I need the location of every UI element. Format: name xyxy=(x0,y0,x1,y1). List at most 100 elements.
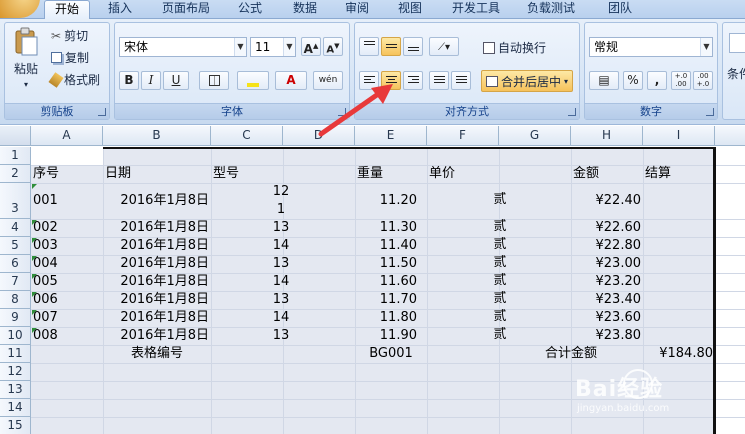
underline-button[interactable]: U xyxy=(163,71,189,90)
total-value[interactable]: ¥184.80 xyxy=(643,346,713,362)
tab-data[interactable]: 数据 xyxy=(285,0,325,19)
cell-amount[interactable]: ¥23.80 xyxy=(573,328,642,344)
conditional-format-button[interactable]: 条件 xyxy=(727,65,745,82)
cell-weight[interactable]: 11.80 xyxy=(357,310,417,326)
row-header-10[interactable]: 10 xyxy=(0,327,31,345)
row-header-11[interactable]: 11 xyxy=(0,345,31,363)
tab-home[interactable]: 开始 xyxy=(44,0,90,20)
cell-price[interactable]: 贰 xyxy=(470,273,530,289)
bold-button[interactable]: B xyxy=(119,71,139,90)
borders-button[interactable] xyxy=(199,71,229,90)
cell-amount[interactable]: ¥22.40 xyxy=(573,193,642,209)
cell-seq[interactable]: 005 xyxy=(33,274,58,290)
merge-center-button[interactable]: 合并后居中 ▾ xyxy=(481,70,574,92)
paste-button[interactable]: 粘贴 ▾ xyxy=(9,27,43,89)
font-size-select[interactable]: 11 ▼ xyxy=(250,37,296,57)
cell-price[interactable]: 贰 xyxy=(470,309,530,325)
increase-indent-button[interactable] xyxy=(451,71,471,90)
fill-color-button[interactable] xyxy=(237,71,269,90)
header-seq[interactable]: 序号 xyxy=(33,166,59,182)
cell-price[interactable]: 贰 xyxy=(470,192,530,208)
cell-seq[interactable]: 006 xyxy=(33,292,58,308)
column-header-i[interactable]: I xyxy=(643,126,715,146)
header-price[interactable]: 单价 xyxy=(429,166,455,182)
cell-model[interactable]: 14 xyxy=(250,310,312,326)
tab-developer[interactable]: 开发工具 xyxy=(445,0,507,19)
paste-dropdown-icon[interactable]: ▾ xyxy=(24,80,28,89)
column-header-h[interactable]: H xyxy=(571,126,643,146)
office-button[interactable] xyxy=(0,0,40,18)
tab-formulas[interactable]: 公式 xyxy=(230,0,270,19)
alignment-launcher-icon[interactable] xyxy=(568,108,576,116)
tab-page-layout[interactable]: 页面布局 xyxy=(155,0,217,19)
grow-font-button[interactable]: A▲ xyxy=(301,37,321,56)
cell-date[interactable]: 2016年1月8日 xyxy=(105,238,209,254)
chevron-down-icon[interactable]: ▾ xyxy=(564,77,568,86)
cell-price[interactable]: 贰 xyxy=(470,237,530,253)
row-header-14[interactable]: 14 xyxy=(0,399,31,417)
cell-amount[interactable]: ¥23.40 xyxy=(573,292,642,308)
cell-price[interactable]: 贰 xyxy=(470,327,530,343)
cell-seq[interactable]: 002 xyxy=(33,220,58,236)
row-header-2[interactable]: 2 xyxy=(0,165,31,183)
row-header-6[interactable]: 6 xyxy=(0,255,31,273)
cell-amount[interactable]: ¥22.60 xyxy=(573,220,642,236)
cell-model[interactable]: 13 xyxy=(250,220,312,236)
cell-weight[interactable]: 11.70 xyxy=(357,292,417,308)
row-header-1[interactable]: 1 xyxy=(0,147,31,165)
cell-model[interactable]: 14 xyxy=(250,238,312,254)
select-all-corner[interactable] xyxy=(0,126,31,146)
shrink-font-button[interactable]: A▼ xyxy=(323,37,343,56)
tab-review[interactable]: 审阅 xyxy=(337,0,377,19)
column-header-j[interactable] xyxy=(715,126,745,146)
header-date[interactable]: 日期 xyxy=(105,166,131,182)
cell-amount[interactable]: ¥23.20 xyxy=(573,274,642,290)
column-header-b[interactable]: B xyxy=(103,126,211,146)
font-color-button[interactable]: A xyxy=(275,71,307,90)
cell-seq[interactable]: 008 xyxy=(33,328,58,344)
number-format-select[interactable]: 常规 ▼ xyxy=(589,37,713,57)
italic-button[interactable]: I xyxy=(141,71,161,90)
tab-view[interactable]: 视图 xyxy=(390,0,430,19)
cell-model-top[interactable]: 12 xyxy=(250,184,312,200)
format-painter-button[interactable]: 格式刷 xyxy=(48,71,100,88)
cell-model[interactable]: 13 xyxy=(250,292,312,308)
row-header-8[interactable]: 8 xyxy=(0,291,31,309)
total-label[interactable]: 合计金额 xyxy=(499,346,643,362)
align-middle-button[interactable] xyxy=(381,37,401,56)
copy-button[interactable]: 复制 xyxy=(51,49,89,66)
cell-date[interactable]: 2016年1月8日 xyxy=(105,220,209,236)
row-header-5[interactable]: 5 xyxy=(0,237,31,255)
align-bottom-button[interactable] xyxy=(403,37,423,56)
cell-weight[interactable]: 11.90 xyxy=(357,328,417,344)
cell-price[interactable]: 贰 xyxy=(470,255,530,271)
column-header-c[interactable]: C xyxy=(211,126,283,146)
cell-weight[interactable]: 11.20 xyxy=(357,193,417,209)
row-header-9[interactable]: 9 xyxy=(0,309,31,327)
column-header-a[interactable]: A xyxy=(31,126,103,146)
tab-load-test[interactable]: 负载测试 xyxy=(520,0,582,19)
decrease-decimal-button[interactable]: .00 +.0 xyxy=(693,71,713,90)
cell-weight[interactable]: 11.30 xyxy=(357,220,417,236)
cell-weight[interactable]: 11.40 xyxy=(357,238,417,254)
font-name-select[interactable]: 宋体 ▼ xyxy=(119,37,247,57)
header-settle[interactable]: 结算 xyxy=(645,166,671,182)
cell-model[interactable]: 13 xyxy=(250,256,312,272)
cell-date[interactable]: 2016年1月8日 xyxy=(105,193,209,209)
cell-date[interactable]: 2016年1月8日 xyxy=(105,328,209,344)
conditional-format-icon[interactable] xyxy=(729,33,745,53)
header-weight[interactable]: 重量 xyxy=(357,166,383,182)
percent-button[interactable]: % xyxy=(623,71,643,90)
clipboard-launcher-icon[interactable] xyxy=(98,108,106,116)
cell-price[interactable]: 贰 xyxy=(470,219,530,235)
cell-seq[interactable]: 007 xyxy=(33,310,58,326)
table-number-value[interactable]: BG001 xyxy=(355,346,427,362)
orientation-button[interactable]: ⟋▾ xyxy=(429,37,459,56)
cell-seq[interactable]: 003 xyxy=(33,238,58,254)
row-header-7[interactable]: 7 xyxy=(0,273,31,291)
align-top-button[interactable] xyxy=(359,37,379,56)
header-model[interactable]: 型号 xyxy=(213,166,239,182)
cell-date[interactable]: 2016年1月8日 xyxy=(105,292,209,308)
cut-button[interactable]: ✂ 剪切 xyxy=(51,27,88,44)
row-header-13[interactable]: 13 xyxy=(0,381,31,399)
